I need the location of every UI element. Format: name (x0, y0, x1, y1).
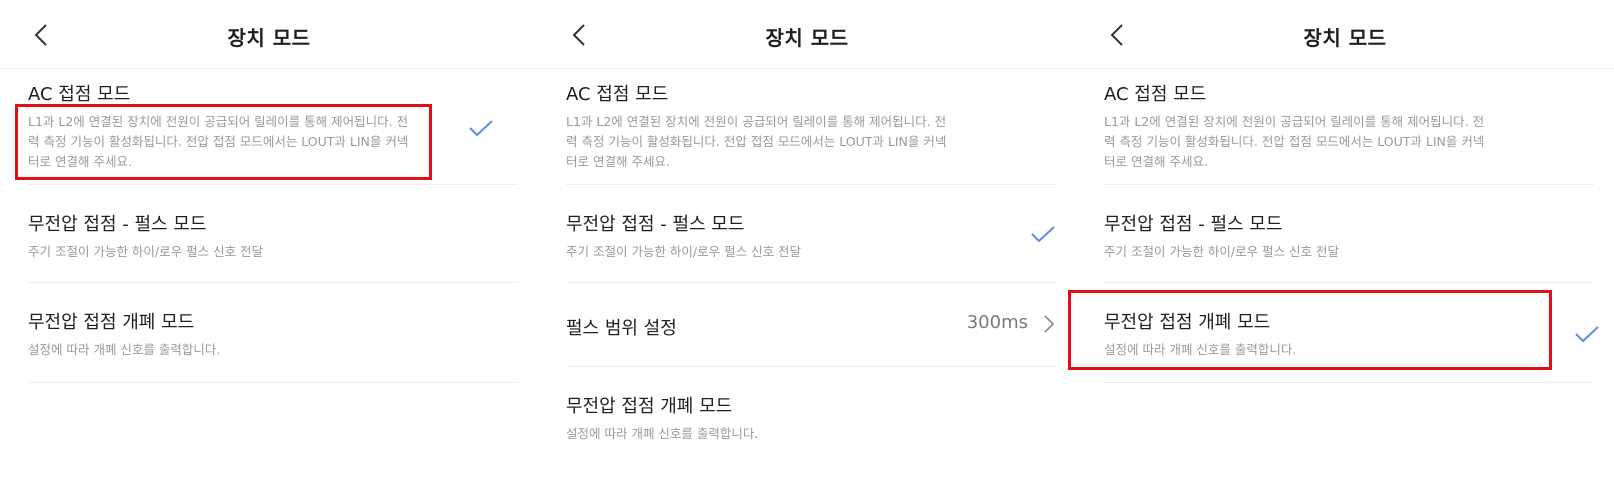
page-title: 장치 모드 (765, 26, 849, 50)
option-title: 무전압 접점 - 펄스 모드 (1104, 214, 1283, 235)
option-description: L1과 L2에 연결된 장치에 전원이 공급되어 릴레이를 통해 제어됩니다. … (28, 114, 409, 169)
page-title: 장치 모드 (1303, 26, 1387, 50)
checkmark-icon (1575, 326, 1599, 343)
option-title: 무전압 접점 개폐 모드 (28, 312, 195, 333)
option-description: 주기 조절이 가능한 하이/로우 펄스 신호 전달 (1104, 244, 1340, 259)
mode-option-open-close[interactable]: 무전압 접점 개폐 모드 설정에 따라 개폐 신호를 출력합니다. (566, 392, 1056, 452)
mode-option-pulse[interactable]: 무전압 접점 - 펄스 모드 주기 조절이 가능한 하이/로우 펄스 신호 전달 (28, 210, 518, 283)
option-title: AC 접점 모드 (566, 84, 669, 105)
header: 장치 모드 (1076, 0, 1614, 69)
mode-option-pulse[interactable]: 무전압 접점 - 펄스 모드 주기 조절이 가능한 하이/로우 펄스 신호 전달 (566, 210, 1056, 283)
option-description: 설정에 따라 개폐 신호를 출력합니다. (1104, 342, 1297, 357)
mode-option-ac-contact[interactable]: AC 접점 모드 L1과 L2에 연결된 장치에 전원이 공급되어 릴레이를 통… (566, 80, 1056, 185)
option-title: AC 접점 모드 (1104, 84, 1207, 105)
option-title: 무전압 접점 - 펄스 모드 (566, 214, 745, 235)
device-mode-screen-2: 장치 모드 AC 접점 모드 L1과 L2에 연결된 장치에 전원이 공급되어 … (538, 0, 1076, 478)
pulse-range-setting[interactable]: 펄스 범위 설정 300ms (566, 310, 1056, 367)
checkmark-icon (1031, 226, 1055, 243)
mode-option-open-close[interactable]: 무전압 접점 개폐 모드 설정에 따라 개폐 신호를 출력합니다. (1104, 308, 1599, 383)
header: 장치 모드 (0, 0, 538, 69)
mode-option-ac-contact[interactable]: AC 접점 모드 L1과 L2에 연결된 장치에 전원이 공급되어 릴레이를 통… (28, 80, 518, 185)
checkmark-icon (469, 120, 493, 137)
device-mode-screen-3: 장치 모드 AC 접점 모드 L1과 L2에 연결된 장치에 전원이 공급되어 … (1068, 0, 1614, 478)
option-title: AC 접점 모드 (28, 84, 131, 105)
option-description: L1과 L2에 연결된 장치에 전원이 공급되어 릴레이를 통해 제어됩니다. … (566, 114, 947, 169)
option-description: 주기 조절이 가능한 하이/로우 펄스 신호 전달 (566, 244, 802, 259)
chevron-right-icon (1044, 315, 1055, 333)
header: 장치 모드 (538, 0, 1076, 69)
option-description: 설정에 따라 개폐 신호를 출력합니다. (28, 342, 221, 357)
option-description: 설정에 따라 개폐 신호를 출력합니다. (566, 426, 759, 441)
mode-option-open-close[interactable]: 무전압 접점 개폐 모드 설정에 따라 개폐 신호를 출력합니다. (28, 308, 518, 383)
option-title: 무전압 접점 - 펄스 모드 (28, 214, 207, 235)
option-description: L1과 L2에 연결된 장치에 전원이 공급되어 릴레이를 통해 제어됩니다. … (1104, 114, 1485, 169)
option-title: 무전압 접점 개폐 모드 (1104, 312, 1271, 333)
option-title: 무전압 접점 개폐 모드 (566, 396, 733, 417)
page-title: 장치 모드 (227, 26, 311, 50)
device-mode-screen-1: 장치 모드 AC 접점 모드 L1과 L2에 연결된 장치에 전원이 공급되어 … (0, 0, 538, 478)
pulse-range-value: 300ms (966, 312, 1028, 333)
option-description: 주기 조절이 가능한 하이/로우 펄스 신호 전달 (28, 244, 264, 259)
mode-option-ac-contact[interactable]: AC 접점 모드 L1과 L2에 연결된 장치에 전원이 공급되어 릴레이를 통… (1104, 80, 1594, 185)
mode-option-pulse[interactable]: 무전압 접점 - 펄스 모드 주기 조절이 가능한 하이/로우 펄스 신호 전달 (1104, 210, 1594, 283)
